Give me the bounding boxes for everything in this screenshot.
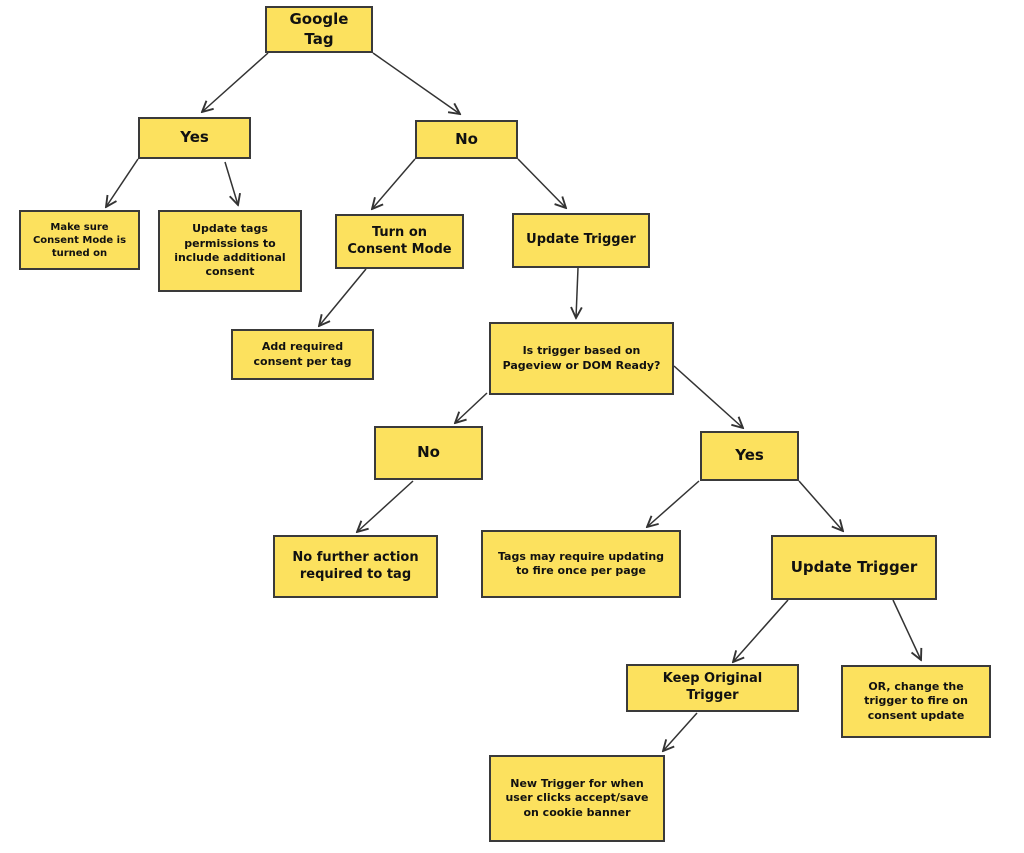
arrow-no-1-to-turn-on-consent <box>372 158 416 209</box>
node-update-tags-permissions: Update tags permissions to include addit… <box>158 210 302 292</box>
node-add-required-consent: Add required consent per tag <box>231 329 374 380</box>
node-yes: Yes <box>138 117 251 159</box>
arrow-update-trigger-2-to-or-change-trigger <box>892 599 921 660</box>
arrow-yes-1-to-update-permissions <box>224 161 238 205</box>
node-new-trigger: New Trigger for when user clicks accept/… <box>489 755 665 842</box>
arrow-yes-2-to-update-trigger-2 <box>798 480 843 531</box>
node-no: No <box>415 120 518 159</box>
node-yes-2: Yes <box>700 431 799 481</box>
arrow-yes-2-to-tags-may-require <box>647 480 700 527</box>
node-no-2: No <box>374 426 483 480</box>
arrow-no-1-to-update-trigger-1 <box>517 158 566 208</box>
arrow-google-tag-to-no-1 <box>372 52 460 114</box>
node-google-tag: Google Tag <box>265 6 373 53</box>
arrow-google-tag-to-yes-1 <box>202 52 269 112</box>
arrow-trigger-question-to-yes-2 <box>673 365 743 428</box>
node-or-change-trigger: OR, change the trigger to fire on consen… <box>841 665 991 738</box>
flowchart-canvas: Google Tag Yes No Make sure Consent Mode… <box>0 0 1024 853</box>
node-turn-on-consent-mode: Turn on Consent Mode <box>335 214 464 269</box>
node-make-sure-consent-mode: Make sure Consent Mode is turned on <box>19 210 140 270</box>
node-keep-original-trigger: Keep Original Trigger <box>626 664 799 712</box>
node-no-further-action: No further action required to tag <box>273 535 438 598</box>
arrow-update-trigger-2-to-keep-original <box>733 599 789 662</box>
node-trigger-question: Is trigger based on Pageview or DOM Read… <box>489 322 674 395</box>
arrow-turn-on-consent-to-add-required-consent <box>319 268 367 326</box>
arrow-yes-1-to-consent-mode-on <box>106 158 139 207</box>
node-tags-may-require-updating: Tags may require updating to fire once p… <box>481 530 681 598</box>
node-update-trigger-2: Update Trigger <box>771 535 937 600</box>
node-update-trigger: Update Trigger <box>512 213 650 268</box>
arrow-no-2-to-no-further-action <box>357 480 414 532</box>
arrow-trigger-question-to-no-2 <box>455 392 488 423</box>
arrow-update-trigger-1-to-trigger-question <box>576 267 578 318</box>
arrow-keep-original-to-new-trigger <box>663 712 698 751</box>
